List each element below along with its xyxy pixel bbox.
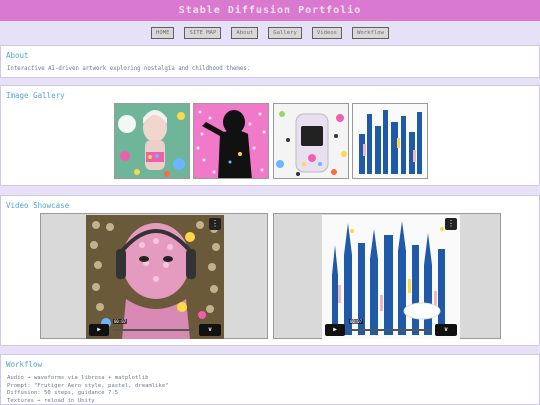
workflow-list: Audio → waveforms via librosa + matplotl… [7, 375, 169, 405]
nav-workflow-button[interactable]: Workflow [352, 27, 390, 39]
nav-site-map-button[interactable]: SITE MAP [184, 27, 222, 39]
workflow-heading: Workflow [6, 360, 43, 369]
gallery-image-4[interactable] [352, 103, 428, 179]
video-progress-track[interactable] [349, 329, 431, 331]
page-title: Stable Diffusion Portfolio [178, 5, 362, 16]
gallery-image-1[interactable] [114, 103, 190, 179]
about-heading: About [6, 51, 29, 60]
gallery-heading: Image Gallery [6, 91, 65, 100]
video-player-2[interactable]: ⋮ ▶ 00:07 v [273, 213, 501, 339]
video-controls: ▶ 00:07 v [325, 319, 457, 336]
video-heading: Video Showcase [6, 201, 70, 210]
video-controls: ▶ 00:07 v [89, 319, 221, 336]
video-player-1[interactable]: ⋮ ▶ 00:07 v [40, 213, 268, 339]
play-icon[interactable]: ▶ [89, 324, 109, 336]
video-section: Video Showcase ⋮ ▶ 00:07 v ⋮ ▶ 00:07 v [0, 195, 540, 346]
about-section: About Interactive AI-driven artwork expl… [0, 45, 540, 78]
video-time: 00:07 [113, 319, 128, 324]
vimeo-logo-icon[interactable]: v [435, 324, 457, 336]
workflow-line: Diffusion: 50 steps, guidance 7.5 [7, 390, 119, 396]
nav-videos-button[interactable]: Videos [311, 27, 343, 39]
video-frame-1: ⋮ ▶ 00:07 v [86, 215, 224, 339]
page-header: Stable Diffusion Portfolio [0, 0, 540, 21]
workflow-line: Textures → reload in Unity [7, 397, 95, 404]
gallery-image-2[interactable] [193, 103, 269, 179]
gallery-image-3[interactable] [273, 103, 349, 179]
nav-gallery-button[interactable]: Gallery [268, 27, 302, 39]
video-time: 00:07 [349, 319, 364, 324]
nav-home-button[interactable]: HOME [150, 27, 175, 39]
video-progress-track[interactable] [113, 329, 195, 331]
workflow-line: Prompt: "Frutiger Aero style, pastel, dr… [7, 382, 169, 389]
play-icon[interactable]: ▶ [325, 324, 345, 336]
vimeo-logo-icon[interactable]: v [199, 324, 221, 336]
nav-bar: HOME SITE MAP About Gallery Videos Workf… [0, 27, 540, 39]
nav-about-button[interactable]: About [231, 27, 259, 39]
gallery-section: Image Gallery [0, 85, 540, 186]
video-menu-icon[interactable]: ⋮ [445, 218, 457, 230]
workflow-section: Workflow Audio → waveforms via librosa +… [0, 354, 540, 405]
video-frame-2: ⋮ ▶ 00:07 v [322, 215, 460, 339]
video-menu-icon[interactable]: ⋮ [209, 218, 221, 230]
about-description: Interactive AI-driven artwork exploring … [7, 66, 251, 72]
workflow-line: Audio → waveforms via librosa + matplotl… [7, 375, 149, 381]
